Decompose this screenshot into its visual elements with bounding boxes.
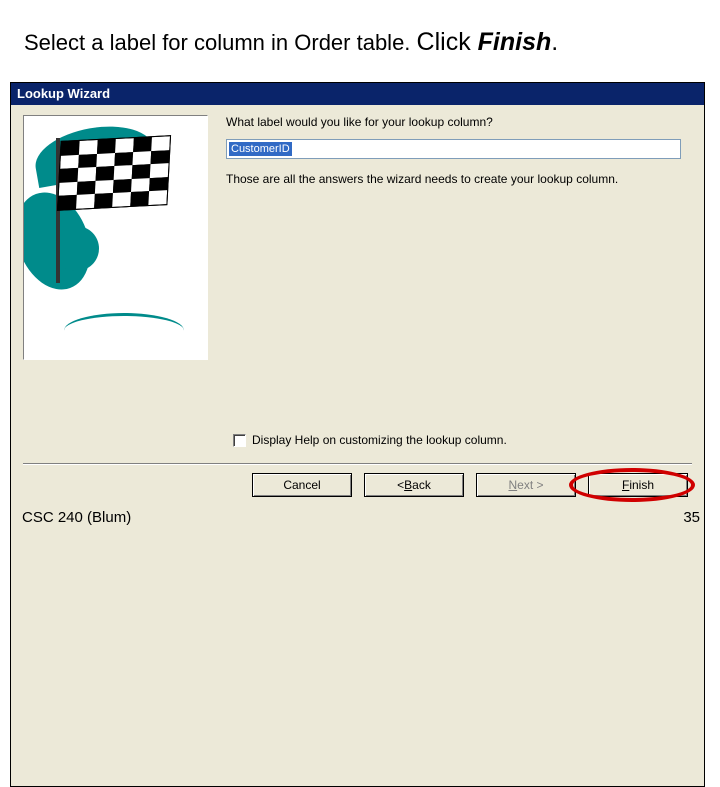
label-input[interactable]: CustomerID [226, 139, 681, 159]
finish-accel: F [622, 478, 629, 492]
wizard-prompt-label: What label would you like for your looku… [226, 115, 692, 129]
display-help-checkbox[interactable] [233, 434, 246, 447]
slide-instruction: Select a label for column in Order table… [24, 28, 558, 57]
wizard-done-text: Those are all the answers the wizard nee… [226, 171, 692, 188]
next-accel: N [508, 478, 517, 492]
instruction-part2: Click [417, 28, 478, 56]
next-button: Next > [476, 473, 576, 497]
instruction-part4: . [551, 28, 558, 56]
lookup-wizard-dialog: Lookup Wizard What label would you like … [10, 82, 705, 787]
next-rest: ext > [517, 478, 543, 492]
back-rest: ack [412, 478, 431, 492]
instruction-part1: Select a label for column in Order table… [24, 30, 417, 55]
display-help-label: Display Help on customizing the lookup c… [252, 433, 507, 447]
dialog-title: Lookup Wizard [17, 86, 110, 101]
wizard-flag-image [23, 115, 208, 360]
slide-number: 35 [683, 509, 700, 526]
label-input-value: CustomerID [229, 142, 292, 156]
instruction-part3: Finish [478, 28, 552, 56]
finish-button[interactable]: Finish [588, 473, 688, 497]
cancel-button-label: Cancel [283, 478, 320, 492]
dialog-separator [23, 463, 692, 465]
cancel-button[interactable]: Cancel [252, 473, 352, 497]
slide-footer-left: CSC 240 (Blum) [22, 509, 131, 526]
dialog-button-row: Cancel < Back Next > Finish [252, 473, 688, 497]
back-accel: B [404, 478, 412, 492]
dialog-titlebar: Lookup Wizard [11, 83, 704, 105]
back-prefix: < [397, 478, 404, 492]
finish-rest: inish [629, 478, 654, 492]
back-button[interactable]: < Back [364, 473, 464, 497]
